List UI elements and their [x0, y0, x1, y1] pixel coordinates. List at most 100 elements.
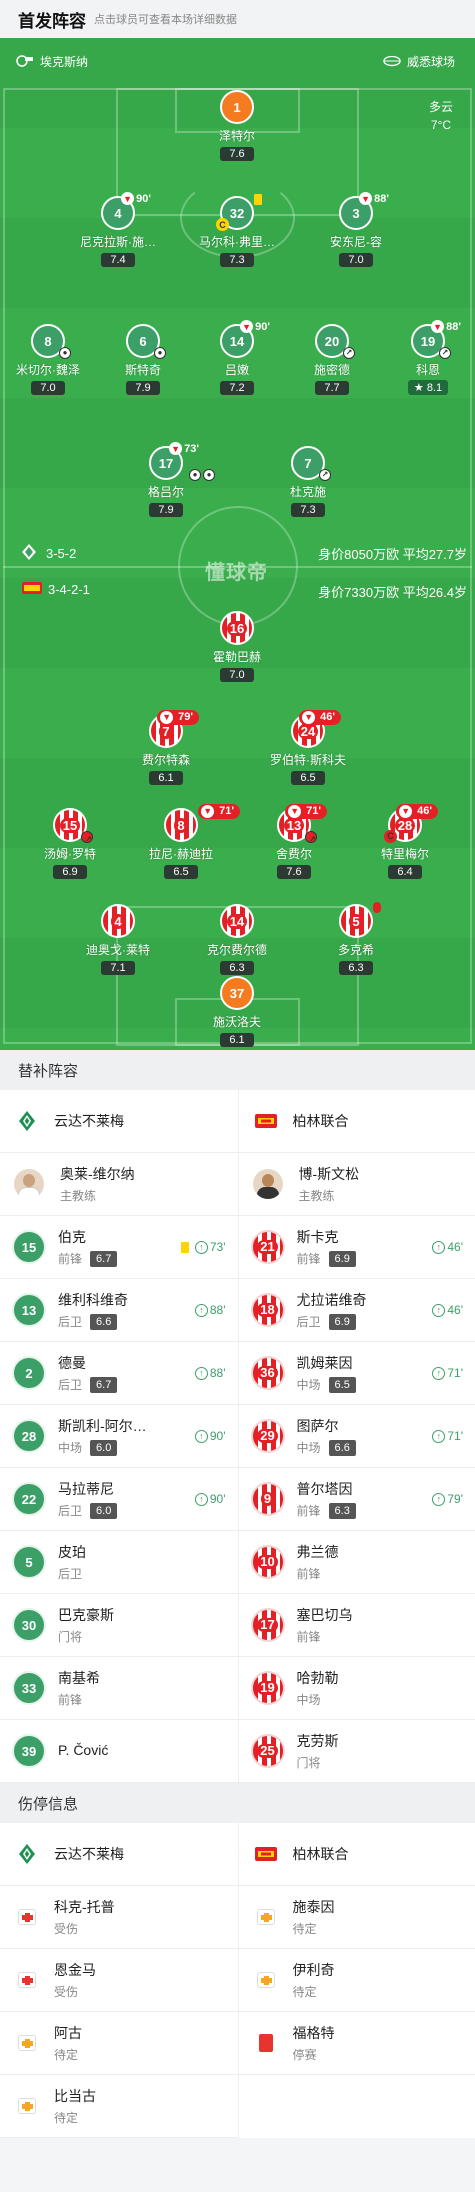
injury-row[interactable]: 阿古 待定: [0, 2012, 238, 2075]
home-sub-row[interactable]: 22 马拉蒂尼 后卫 6.0 ↑ 90': [0, 1468, 238, 1531]
assist-icon: ↗: [81, 831, 93, 844]
union-logo-icon: [22, 582, 42, 597]
yellow-card-icon: [180, 1241, 189, 1253]
away-sub-row[interactable]: 21 斯卡克 前锋 6.9 ↑ 46': [238, 1216, 475, 1279]
away-player-cb-right[interactable]: 5 多克希 6.3: [301, 902, 411, 976]
away-sub-row[interactable]: 17 塞巴切乌 前锋: [238, 1594, 475, 1657]
away-team-row[interactable]: 柏林联合: [238, 1090, 475, 1153]
away-player-cb-left[interactable]: 4 迪奥戈·莱特 7.1: [63, 904, 173, 976]
sub-on-icon: ↑ 88': [194, 1303, 226, 1317]
player-number-badge: 1: [220, 90, 254, 124]
sub-on-icon: ↑ 88': [194, 1366, 226, 1380]
goal-ball-icon: ●: [189, 469, 201, 481]
stadium-label: 威悉球场: [383, 52, 455, 70]
sub-off-icon: ▼ 46': [299, 710, 341, 725]
home-player-mid-3[interactable]: 14 ▼ 90' 吕嫩 7.2: [182, 320, 292, 396]
home-sub-row[interactable]: 13 维利科维奇 后卫 6.6 ↑ 88': [0, 1279, 238, 1342]
home-team-row[interactable]: 云达不莱梅: [0, 1823, 238, 1886]
home-sub-row[interactable]: 33 南基希 前锋: [0, 1657, 238, 1720]
away-player-cb-center[interactable]: 14 克尔费尔德 6.3: [182, 904, 292, 976]
sub-off-icon: ▼ 71': [198, 804, 240, 819]
page-bottom-spacer: [0, 2138, 475, 2178]
away-value: 身价7330万欧 平均26.4岁: [318, 585, 467, 600]
home-coach-row[interactable]: 奥莱-维尔纳 主教练: [0, 1153, 238, 1216]
sub-off-icon: ▼ 79': [157, 710, 199, 725]
captain-icon: C: [216, 218, 229, 231]
home-team-row[interactable]: 云达不莱梅: [0, 1090, 238, 1153]
weather-text: 多云: [428, 100, 453, 114]
home-player-gk[interactable]: 1 泽特尔 7.6: [182, 90, 292, 162]
sub-on-icon: ↑ 46': [432, 1303, 463, 1317]
union-logo-icon: [254, 1110, 277, 1132]
home-sub-row[interactable]: 5 皮珀 后卫: [0, 1531, 238, 1594]
weather-info: 多云 7°C: [429, 98, 453, 134]
injury-row[interactable]: 施泰因 待定: [238, 1886, 475, 1949]
werder-logo-icon: [22, 544, 36, 563]
away-team-row[interactable]: 柏林联合: [238, 1823, 475, 1886]
away-player-am-2[interactable]: 24 ▼ 46' 罗伯特·斯科夫 6.5: [253, 710, 363, 786]
werder-logo-icon: [16, 1843, 38, 1865]
home-player-cb-right[interactable]: 3 ▼ 88' 安东尼-容 7.0: [301, 192, 411, 268]
home-sub-row[interactable]: 39 P. Čović: [0, 1720, 238, 1783]
whistle-icon: [16, 52, 34, 70]
sub-on-icon: ↑ 90': [194, 1492, 226, 1506]
injury-row[interactable]: 比当古 待定: [0, 2075, 238, 2138]
sub-on-icon: ↑ 79': [432, 1492, 463, 1506]
pitch: 埃克斯纳 威悉球场 多云 7°C 3-5-2 身价8050万欧 平均27.7岁 …: [0, 38, 475, 1050]
lineup-header: 首发阵容 点击球员可查看本场详细数据: [0, 0, 475, 38]
away-sub-row[interactable]: 36 凯姆莱因 中场 6.5 ↑ 71': [238, 1342, 475, 1405]
home-injuries-column: 云达不莱梅 科克-托普 受伤 恩金马 受伤 阿古 待定 比当古 待定: [0, 1823, 238, 2138]
home-player-fw-1[interactable]: 17 ▼ 73' ● ● 格吕尔 7.9: [111, 442, 221, 518]
home-sub-row[interactable]: 15 伯克 前锋 6.7 ↑ 73': [0, 1216, 238, 1279]
away-player-mid-3[interactable]: 13 ▼ 71' ↗ 舍费尔 7.6: [239, 804, 349, 880]
away-sub-row[interactable]: 19 哈勃勒 中场: [238, 1657, 475, 1720]
away-sub-row[interactable]: 29 图萨尔 中场 6.6 ↑ 71': [238, 1405, 475, 1468]
home-sub-row[interactable]: 2 德曼 后卫 6.7 ↑ 88': [0, 1342, 238, 1405]
sub-off-icon: ▼ 88': [359, 192, 389, 205]
sub-on-icon: ↑ 46': [432, 1240, 463, 1254]
injury-row[interactable]: 恩金马 受伤: [0, 1949, 238, 2012]
subs-section-title: 替补阵容: [0, 1050, 475, 1090]
away-formation: 3-4-2-1: [22, 582, 90, 597]
sub-off-icon: ▼ 73': [169, 442, 199, 455]
away-player-mid-4[interactable]: 28 ▼ 46' C 特里梅尔 6.4: [350, 804, 460, 880]
injuries-grid: 云达不莱梅 科克-托普 受伤 恩金马 受伤 阿古 待定 比当古 待定 柏林联合 施泰因待…: [0, 1823, 475, 2138]
away-sub-row[interactable]: 18 尤拉诺维奇 后卫 6.9 ↑ 46': [238, 1279, 475, 1342]
injury-row[interactable]: 科克-托普 受伤: [0, 1886, 238, 1949]
assist-icon: ↗: [305, 831, 317, 844]
home-player-mid-4[interactable]: 20 ↗ 施密德 7.7: [277, 324, 387, 396]
away-player-am-1[interactable]: 7 ▼ 79' 费尔特森 6.1: [111, 710, 221, 786]
home-sub-row[interactable]: 30 巴克豪斯 门将: [0, 1594, 238, 1657]
away-sub-row[interactable]: 9 普尔塔因 前锋 6.3 ↑ 79': [238, 1468, 475, 1531]
injury-icon: [16, 1970, 38, 1990]
injury-row[interactable]: 福格特 停赛: [238, 2012, 475, 2075]
away-sub-row[interactable]: 10 弗兰德 前锋: [238, 1531, 475, 1594]
red-card-icon: [255, 2033, 277, 2053]
away-player-fw[interactable]: 16 霍勒巴赫 7.0: [182, 611, 292, 683]
home-player-fw-2[interactable]: 7 ↗ 杜克施 7.3: [253, 446, 363, 518]
coach-avatar: [14, 1169, 44, 1199]
away-player-mid-1[interactable]: 15 ↗ 汤姆·罗特 6.9: [15, 808, 125, 880]
away-player-mid-2[interactable]: 8 ▼ 71' 拉尼·赫迪拉 6.5: [126, 804, 240, 880]
away-coach-row[interactable]: 博-斯文松 主教练: [238, 1153, 475, 1216]
ball-icon: ●: [59, 347, 71, 359]
home-subs-column: 云达不莱梅 奥莱-维尔纳 主教练 15 伯克 前锋 6.7 ↑ 73' 13 维利科维奇…: [0, 1090, 238, 1783]
home-sub-row[interactable]: 28 斯凯利-阿尔… 中场 6.0 ↑ 90': [0, 1405, 238, 1468]
away-player-gk[interactable]: 37 施沃洛夫 6.1: [182, 976, 292, 1048]
assist-icon: ↗: [343, 347, 355, 359]
watermark: 懂球帝: [205, 562, 268, 584]
home-player-cb-center[interactable]: 32 C 马尔科·弗里… 7.3: [182, 194, 292, 268]
union-logo-icon: [254, 1843, 277, 1865]
injury-icon: [16, 1907, 38, 1927]
away-sub-row[interactable]: 25 克劳斯 门将: [238, 1720, 475, 1783]
stadium-icon: [383, 52, 401, 70]
captain-icon: C: [384, 830, 397, 843]
sub-off-icon: ▼ 88': [431, 320, 461, 333]
home-player-mid-5[interactable]: 19 ▼ 88' ↗ 科恩 ★ 8.1: [373, 320, 475, 396]
yellow-card-icon: [373, 902, 381, 913]
best-player-rating: ★ 8.1: [407, 380, 449, 395]
doubt-icon: [255, 1907, 277, 1927]
home-player-cb-left[interactable]: 4 ▼ 90' 尼克拉斯·施… 7.4: [63, 192, 173, 268]
doubt-icon: [255, 1970, 277, 1990]
injury-row[interactable]: 伊利奇 待定: [238, 1949, 475, 2012]
